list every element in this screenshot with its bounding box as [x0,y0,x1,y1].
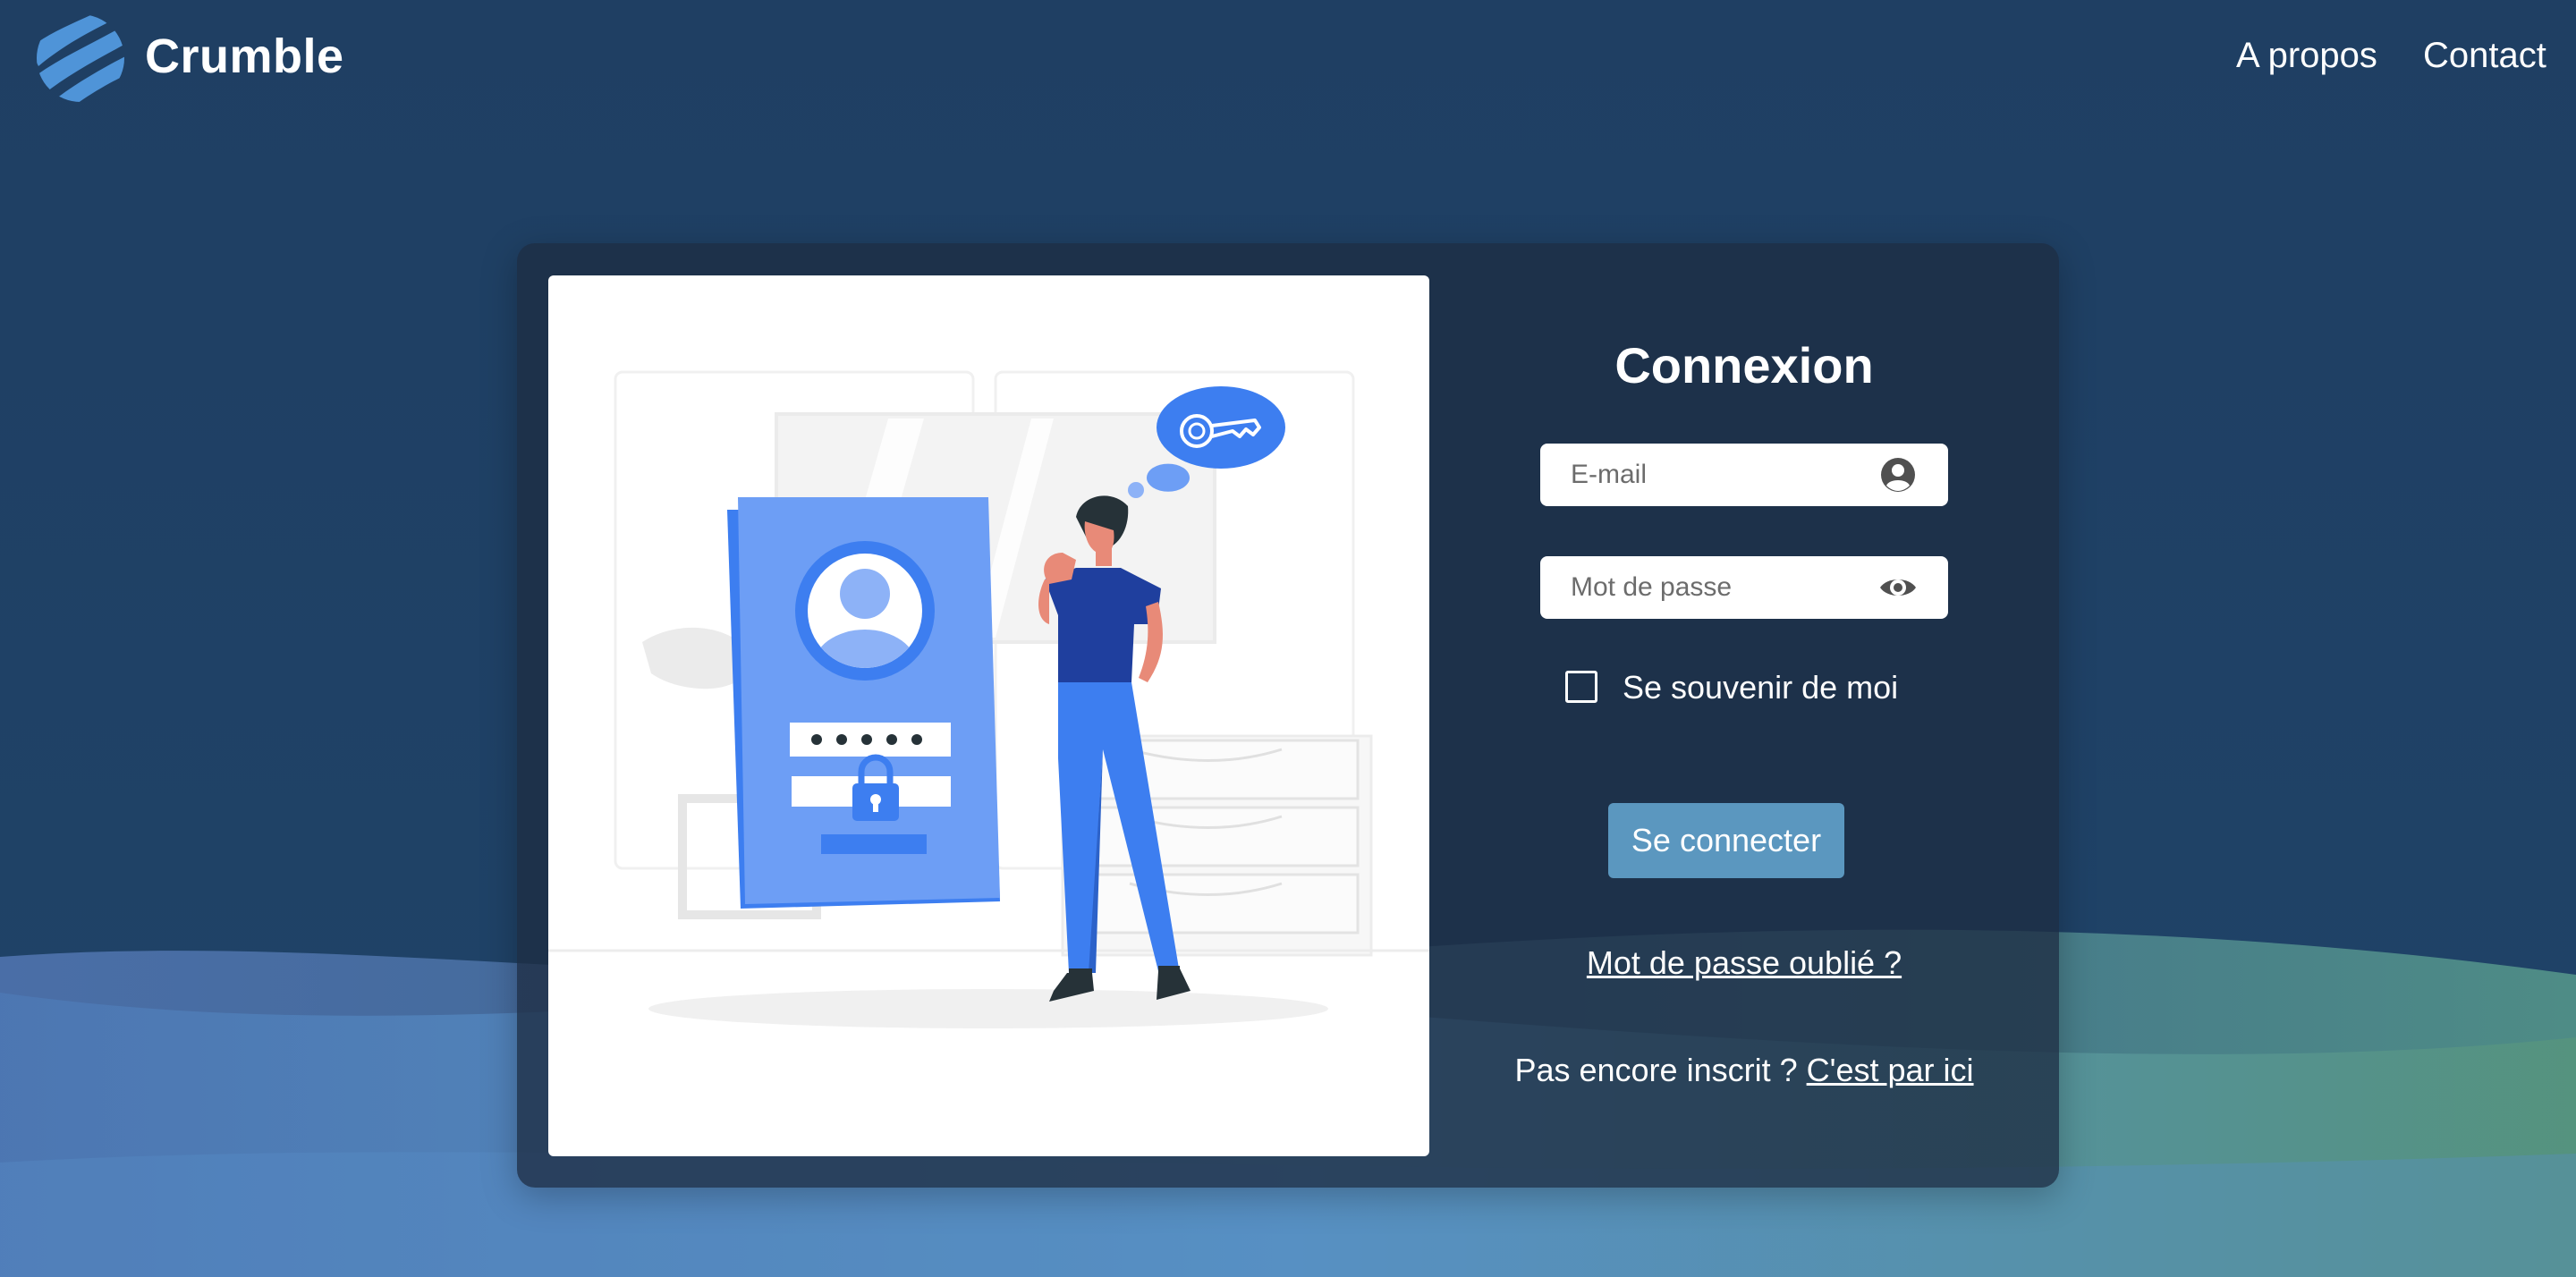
login-card: Connexion Se souvenir de moi Se connecte… [517,243,2059,1188]
login-submit-button[interactable]: Se connecter [1608,803,1844,878]
login-illustration [548,275,1429,1156]
password-field-container [1540,556,1948,619]
email-field-container [1540,444,1948,506]
nav-about-link[interactable]: A propos [2236,36,2377,76]
signup-prompt-text: Pas encore inscrit ? [1514,1052,1807,1088]
remember-me-checkbox[interactable] [1565,671,1597,703]
email-input[interactable] [1540,444,1880,506]
brand-name[interactable]: Crumble [145,29,344,84]
top-header: Crumble A propos Contact [0,0,2576,116]
password-input[interactable] [1540,556,1880,619]
signup-prompt: Pas encore inscrit ? C'est par ici [1429,1052,2059,1089]
eye-icon[interactable] [1878,570,1918,605]
user-circle-icon [1881,458,1915,492]
signup-link[interactable]: C'est par ici [1807,1052,1974,1088]
person-login-illustration [548,370,1429,1028]
login-form: Connexion Se souvenir de moi Se connecte… [1429,243,2059,1188]
remember-me-label[interactable]: Se souvenir de moi [1623,669,1898,706]
login-title: Connexion [1614,337,1874,393]
nav-contact-link[interactable]: Contact [2423,36,2546,76]
crumble-logo-icon[interactable] [34,13,127,104]
forgot-password-link[interactable]: Mot de passe oublié ? [1429,944,2059,982]
